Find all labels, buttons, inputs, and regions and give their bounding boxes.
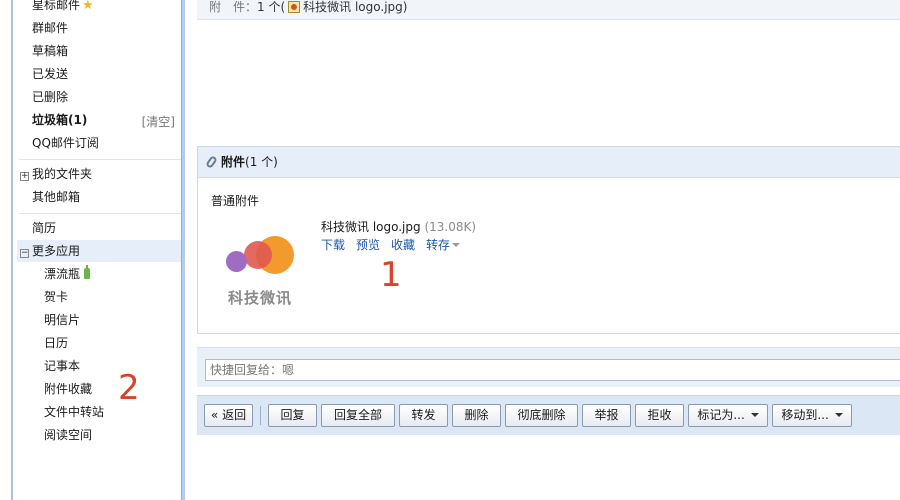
sidebar-item-label: 附件收藏 xyxy=(44,382,93,396)
sidebar-item-qq-subscription[interactable]: QQ邮件订阅 xyxy=(32,136,99,150)
sidebar-app-postcard[interactable]: 明信片 xyxy=(44,313,80,327)
move-to-button[interactable]: 移动到... xyxy=(772,404,852,427)
attachment-panel-title: 附件 xyxy=(221,155,246,169)
delete-button[interactable]: 删除 xyxy=(452,404,501,427)
empty-spam-link[interactable]: [清空] xyxy=(142,113,175,130)
chevron-down-icon xyxy=(452,243,461,247)
paperclip-icon xyxy=(205,155,218,169)
sidebar-item-label: 贺卡 xyxy=(44,290,69,304)
attachment-panel-count: (1 个) xyxy=(245,155,278,169)
reply-button[interactable]: 回复 xyxy=(268,404,317,427)
expand-icon[interactable]: + xyxy=(20,172,29,181)
sidebar-app-greeting-card[interactable]: 贺卡 xyxy=(44,290,68,304)
sidebar-item-label: 简历 xyxy=(32,221,57,235)
attachment-summary-close-paren: ) xyxy=(402,0,408,14)
collapse-icon[interactable]: − xyxy=(20,249,29,258)
sidebar-divider xyxy=(19,213,183,214)
attachment-summary-file-link[interactable]: 科技微讯 logo.jpg xyxy=(303,0,403,14)
attachment-file-title: 科技微讯 logo.jpg xyxy=(321,220,421,234)
mark-as-label: 标记为... xyxy=(697,408,745,422)
sidebar-item-label: 日历 xyxy=(44,336,69,350)
sidebar-item-starred[interactable]: 星标邮件 ★ xyxy=(32,0,94,13)
preview-link[interactable]: 预览 xyxy=(356,238,380,252)
sidebar-item-label: 更多应用 xyxy=(32,244,81,258)
sidebar-app-calendar[interactable]: 日历 xyxy=(44,336,68,350)
save-to-link[interactable]: 转存 xyxy=(426,238,461,252)
sidebar-item-sent[interactable]: 已发送 xyxy=(32,67,68,81)
star-icon: ★ xyxy=(82,0,94,13)
sidebar-item-label: QQ邮件订阅 xyxy=(32,136,99,150)
attachment-actions: 下载 预览 收藏 转存 xyxy=(321,236,471,253)
sidebar-item-group-mail[interactable]: 群邮件 xyxy=(32,21,68,35)
attachment-panel-header: 附件(1 个) xyxy=(198,147,900,178)
sidebar-item-label: 已删除 xyxy=(32,90,69,104)
sidebar-item-label: 文件中转站 xyxy=(44,405,105,419)
sidebar-item-resume[interactable]: 简历 xyxy=(32,221,56,235)
move-to-label: 移动到... xyxy=(781,408,829,422)
attachment-file-size: (13.08K) xyxy=(424,220,477,234)
sidebar: 星标邮件 ★ 群邮件 草稿箱 已发送 已删除 垃圾箱(1) [清空] QQ邮件订阅… xyxy=(13,0,189,500)
sidebar-item-my-folders[interactable]: + 我的文件夹 xyxy=(20,167,92,181)
sidebar-app-reading-space[interactable]: 阅读空间 xyxy=(44,428,92,442)
sidebar-item-label: 已发送 xyxy=(32,67,69,81)
chevron-down-icon xyxy=(750,413,759,417)
mail-reading-pane: 附 件：1 个( 科技微讯 logo.jpg) 附件(1 个) 普通附件 科技微讯… xyxy=(185,0,900,500)
sidebar-item-label: 草稿箱 xyxy=(32,44,69,58)
main-gutter xyxy=(185,0,197,500)
sidebar-item-label: 阅读空间 xyxy=(44,428,93,442)
attachment-thumbnail[interactable]: 科技微讯 xyxy=(218,231,308,311)
sidebar-item-more-apps[interactable]: − 更多应用 xyxy=(20,244,80,258)
attachment-file-name: 科技微讯 logo.jpg (13.08K) xyxy=(321,218,476,235)
attachment-panel: 附件(1 个) 普通附件 科技微讯 科技微讯 logo.jpg (13.08K)… xyxy=(197,146,900,334)
favorite-link[interactable]: 收藏 xyxy=(391,238,415,252)
download-link[interactable]: 下载 xyxy=(321,238,345,252)
attachment-summary-count: 1 个 xyxy=(257,0,281,14)
delete-permanently-button[interactable]: 彻底删除 xyxy=(505,404,578,427)
sidebar-item-label: 垃圾箱(1) xyxy=(32,113,88,127)
attachment-kind-label: 普通附件 xyxy=(211,194,260,208)
sidebar-app-file-transfer[interactable]: 文件中转站 xyxy=(44,405,104,419)
attachment-summary-open-paren: ( xyxy=(280,0,286,14)
attachment-summary-bar: 附 件：1 个( 科技微讯 logo.jpg) xyxy=(197,0,900,20)
sidebar-item-label: 我的文件夹 xyxy=(32,167,93,181)
reply-all-button[interactable]: 回复全部 xyxy=(321,404,395,427)
save-to-label: 转存 xyxy=(426,238,451,252)
mark-as-button[interactable]: 标记为... xyxy=(688,404,768,427)
sidebar-item-label: 记事本 xyxy=(44,359,81,373)
chevron-down-icon xyxy=(834,413,843,417)
reject-button[interactable]: 拒收 xyxy=(635,404,684,427)
sidebar-item-deleted[interactable]: 已删除 xyxy=(32,90,68,104)
sidebar-item-label: 其他邮箱 xyxy=(32,190,81,204)
report-button[interactable]: 举报 xyxy=(582,404,631,427)
sidebar-app-notepad[interactable]: 记事本 xyxy=(44,359,80,373)
attachment-summary-label: 附 件： xyxy=(209,0,258,14)
sidebar-item-label: 漂流瓶 xyxy=(44,267,81,281)
sidebar-divider xyxy=(19,159,183,160)
image-file-icon xyxy=(288,1,301,13)
logo-circle-red xyxy=(244,241,272,269)
back-button[interactable]: « 返回 xyxy=(204,404,253,427)
sidebar-item-spam[interactable]: 垃圾箱(1) xyxy=(32,113,87,127)
sidebar-item-drafts[interactable]: 草稿箱 xyxy=(32,44,68,58)
thumbnail-caption: 科技微讯 xyxy=(228,289,293,307)
sidebar-item-label: 群邮件 xyxy=(32,21,69,35)
sidebar-item-label: 星标邮件 xyxy=(32,0,81,12)
bottle-icon xyxy=(84,265,91,279)
quick-reply-strip: 快捷回复给：嗯 xyxy=(197,347,900,387)
annotation-number-2: 2 xyxy=(118,368,140,408)
quick-reply-input[interactable]: 快捷回复给：嗯 xyxy=(205,359,900,381)
forward-button[interactable]: 转发 xyxy=(399,404,448,427)
sidebar-item-label: 明信片 xyxy=(44,313,81,327)
sidebar-app-drift-bottle[interactable]: 漂流瓶 xyxy=(44,265,91,281)
annotation-number-1: 1 xyxy=(380,255,402,295)
toolbar-divider xyxy=(260,406,261,425)
mail-action-toolbar: « 返回 回复 回复全部 转发 删除 彻底删除 举报 拒收 标记为... 移动到… xyxy=(197,395,900,435)
sidebar-item-other-mailbox[interactable]: 其他邮箱 xyxy=(32,190,80,204)
logo-circle-purple xyxy=(226,251,247,272)
sidebar-app-attachment-favorites[interactable]: 附件收藏 xyxy=(44,382,92,396)
